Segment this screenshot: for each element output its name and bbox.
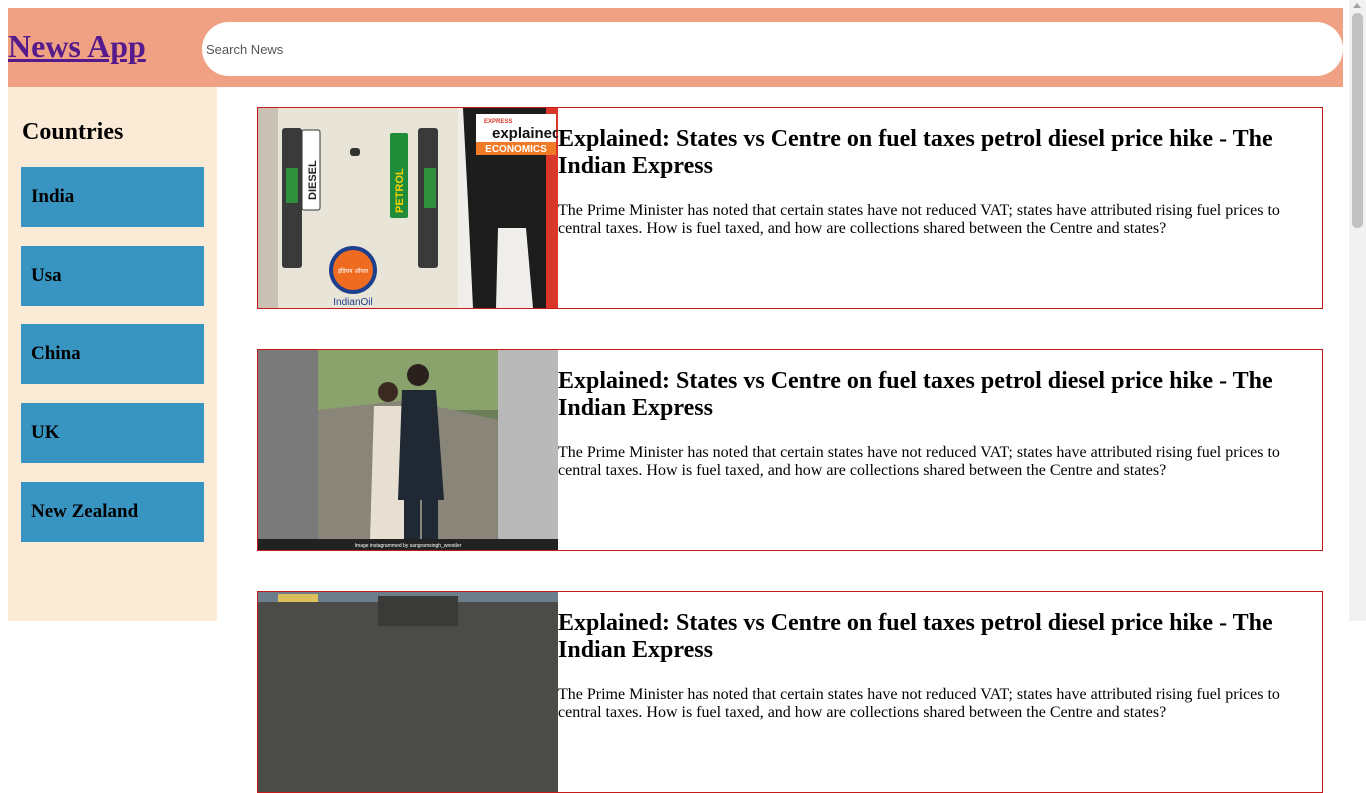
news-card-title[interactable]: Explained: States vs Centre on fuel taxe… [558, 126, 1298, 180]
image-caption: Image instagrammed by sangramsingh_wrest… [355, 543, 462, 549]
news-card-description: The Prime Minister has noted that certai… [558, 686, 1280, 721]
pump-label-diesel: DIESEL [307, 160, 319, 200]
pump-label-petrol: PETROL [394, 168, 406, 213]
app-header: News App [8, 8, 1343, 87]
news-card-title[interactable]: Explained: States vs Centre on fuel taxe… [558, 610, 1298, 664]
sidebar-title: Countries [22, 119, 124, 145]
app-title-link[interactable]: News App [8, 28, 146, 65]
country-button-uk[interactable]: UK [21, 403, 204, 463]
country-button-new-zealand[interactable]: New Zealand [21, 482, 204, 542]
logo-text-indianoil: IndianOil [333, 297, 372, 308]
fuel-pump-image: DIESEL PETROL इंडियन ऑयल IndianOil EXPRE… [258, 108, 558, 308]
news-card-image [258, 592, 558, 792]
country-button-usa[interactable]: Usa [21, 246, 204, 306]
scroll-up-arrow-icon[interactable] [1353, 3, 1361, 8]
logo-text-hindi: इंडियन ऑयल [338, 267, 369, 275]
badge-section: ECONOMICS [485, 144, 547, 155]
countries-sidebar: Countries India Usa China UK New Zealand [8, 87, 217, 621]
news-card[interactable]: DIESEL PETROL इंडियन ऑयल IndianOil EXPRE… [257, 107, 1323, 309]
news-app-page: News App Countries India Usa China UK Ne… [8, 8, 1343, 793]
badge-brand: explained. [492, 125, 558, 142]
page-scrollbar[interactable] [1349, 0, 1366, 621]
search-input[interactable] [202, 22, 1343, 76]
news-card-image: Image instagrammed by sangramsingh_wrest… [258, 350, 558, 550]
news-card-description: The Prime Minister has noted that certai… [558, 202, 1280, 237]
scrollbar-thumb[interactable] [1352, 13, 1363, 228]
country-button-india[interactable]: India [21, 167, 204, 227]
country-button-china[interactable]: China [21, 324, 204, 384]
news-card[interactable]: Explained: States vs Centre on fuel taxe… [257, 591, 1323, 793]
news-card-description: The Prime Minister has noted that certai… [558, 444, 1280, 479]
news-card-image: DIESEL PETROL इंडियन ऑयल IndianOil EXPRE… [258, 108, 558, 308]
news-card[interactable]: Image instagrammed by sangramsingh_wrest… [257, 349, 1323, 551]
couple-photo-image: Image instagrammed by sangramsingh_wrest… [258, 350, 558, 550]
street-scene-image [258, 592, 558, 792]
news-card-title[interactable]: Explained: States vs Centre on fuel taxe… [558, 368, 1298, 422]
